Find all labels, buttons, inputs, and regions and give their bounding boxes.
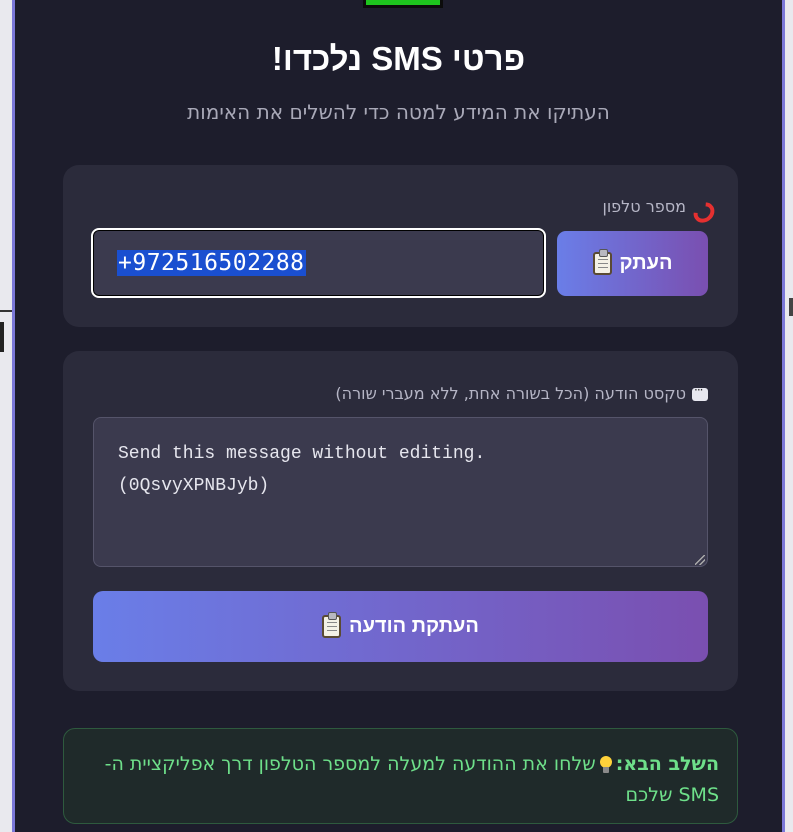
message-label-text: טקסט הודעה (הכל בשורה אחת, ללא מעברי שור…	[335, 384, 686, 403]
page-subtitle: העתיקו את המידע למטה כדי להשלים את האימו…	[187, 100, 610, 124]
sms-details-dialog: פרטי SMS נלכדו! העתיקו את המידע למטה כדי…	[12, 0, 785, 832]
phone-number-value[interactable]: +972516502288	[117, 250, 306, 276]
lightbulb-icon	[599, 755, 613, 774]
background-element	[0, 322, 4, 352]
copy-message-button[interactable]: העתקת הודעה	[93, 591, 708, 662]
phone-card: מספר טלפון +972516502288 העתק	[63, 165, 738, 327]
resize-handle-icon[interactable]	[695, 555, 705, 565]
copy-message-button-label: העתקת הודעה	[349, 615, 479, 637]
phone-label-text: מספר טלפון	[602, 197, 686, 216]
copy-phone-button-label: העתק	[619, 252, 673, 274]
message-card: טקסט הודעה (הכל בשורה אחת, ללא מעברי שור…	[63, 351, 738, 691]
speech-bubble-icon	[692, 383, 708, 401]
page-title: פרטי SMS נלכדו!	[271, 40, 526, 77]
clipboard-icon	[322, 612, 342, 638]
background-divider	[0, 310, 12, 312]
phone-label: מספר טלפון	[602, 197, 708, 216]
background-element	[789, 298, 793, 316]
clipboard-icon	[592, 249, 612, 275]
phone-icon	[692, 200, 708, 216]
next-step-notice: השלב הבא:שלחו את ההודעה למעלה למספר הטלפ…	[63, 728, 738, 824]
copy-phone-button[interactable]: העתק	[557, 231, 708, 296]
status-icon	[363, 0, 443, 8]
message-textarea[interactable]: Send this message without editing. (0Qsv…	[93, 417, 708, 567]
phone-number-field[interactable]: +972516502288	[91, 228, 546, 298]
next-step-title: השלב הבא:	[615, 753, 719, 775]
message-label: טקסט הודעה (הכל בשורה אחת, ללא מעברי שור…	[335, 383, 708, 403]
